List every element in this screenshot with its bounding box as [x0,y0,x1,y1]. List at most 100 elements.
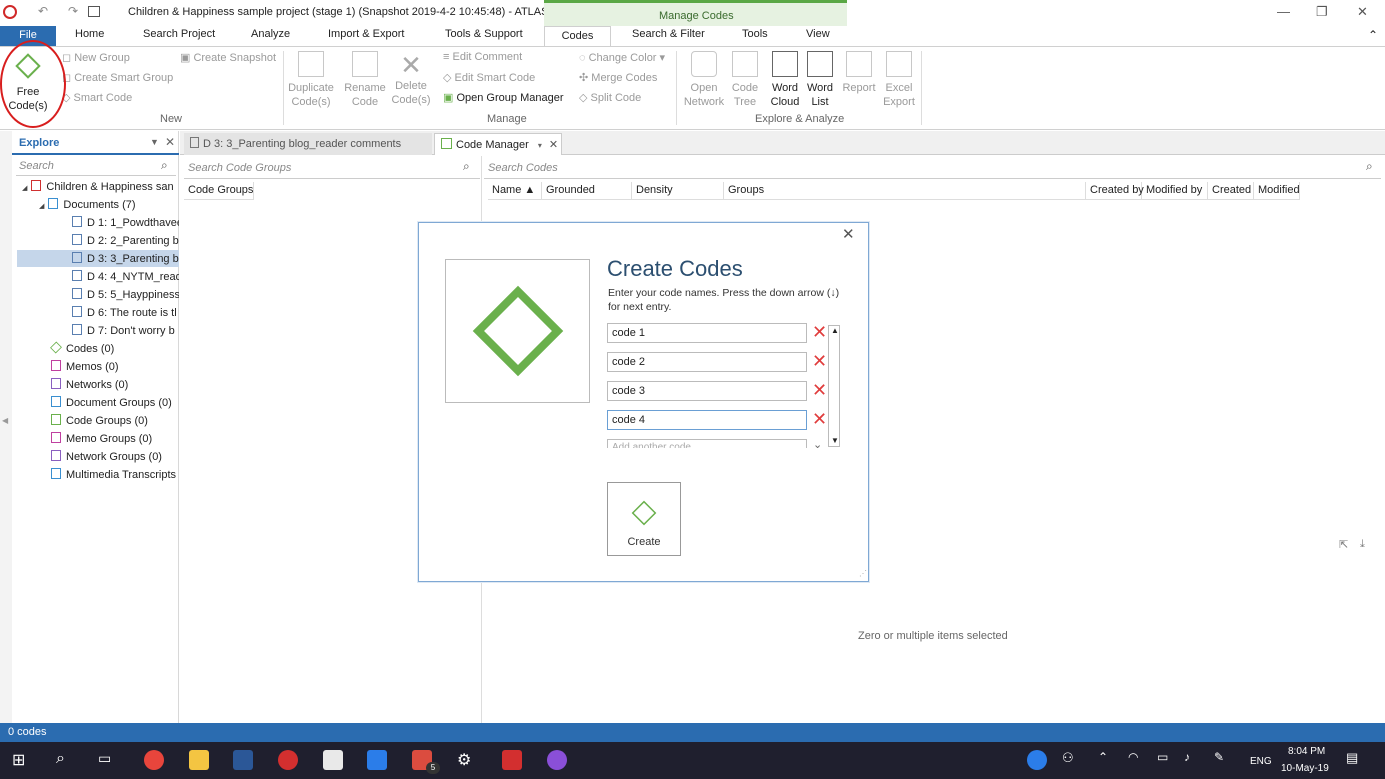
code-name-input[interactable]: code 3 [607,381,807,401]
help-icon[interactable] [1027,750,1047,770]
tray-chevron-icon[interactable]: ⌃ [1098,750,1118,770]
code-tree-button[interactable]: Code Tree [728,51,762,109]
sidebar-menu-icon[interactable]: ▼ [150,137,159,147]
file-explorer-icon[interactable] [189,750,209,770]
volume-icon[interactable]: ♪ [1184,750,1204,770]
tab-search-filter[interactable]: Search & Filter [632,28,705,40]
column-header[interactable]: Created by [1086,182,1144,200]
tab-search-project[interactable]: Search Project [143,28,215,40]
tab-import-export[interactable]: Import & Export [328,28,404,40]
edit-comment-button[interactable]: ≡ Edit Comment [443,51,522,63]
minimize-button[interactable]: — [1277,4,1290,19]
settings-gear-icon[interactable]: ⚙ [457,750,477,770]
code-name-input[interactable]: code 2 [607,352,807,372]
language-indicator[interactable]: ENG [1250,756,1272,767]
tree-item[interactable]: Network Groups (0) [39,448,179,466]
popout-icon[interactable]: ⇱ [1339,538,1348,551]
search-code-groups-input[interactable]: Search Code Groups [184,157,480,179]
clock-date[interactable]: 10-May-19 [1281,763,1329,774]
wifi-icon[interactable]: ◠ [1128,750,1148,770]
tab-tools-support[interactable]: Tools & Support [445,28,523,40]
people-icon[interactable]: ⚇ [1062,750,1082,770]
merge-codes-button[interactable]: ✣ Merge Codes [579,71,657,84]
battery-icon[interactable]: ▭ [1157,750,1177,770]
close-window-button[interactable]: ✕ [1357,4,1368,20]
notepad-icon[interactable] [323,750,343,770]
maximize-button[interactable]: ❐ [1316,4,1328,20]
code-name-input[interactable]: code 1 [607,323,807,343]
remove-code-icon[interactable]: ✕ [812,323,827,341]
tree-item[interactable]: Networks (0) [39,376,179,394]
duplicate-codes-button[interactable]: Duplicate Code(s) [286,51,336,109]
word-icon[interactable] [233,750,253,770]
split-code-button[interactable]: ◇ Split Code [579,91,641,104]
tab-menu-icon[interactable]: ▾ [538,141,542,150]
groups-search-icon[interactable]: ⌕ [463,159,470,174]
tree-item[interactable]: D 4: 4_NYTM_read [56,268,179,286]
tab-analyze[interactable]: Analyze [251,28,290,40]
collapse-ribbon-icon[interactable]: ⌃ [1368,28,1378,42]
create-smart-group-button[interactable]: ◻ Create Smart Group [62,71,173,84]
tree-item[interactable]: D 7: Don't worry b [56,322,179,340]
windows-start-icon[interactable]: ⊞ [12,750,32,770]
rename-code-button[interactable]: Rename Code [342,51,388,109]
save-icon[interactable]: ⤓ [1360,538,1365,551]
tree-item[interactable]: D 6: The route is tl [56,304,179,322]
calendar-icon[interactable] [367,750,387,770]
tree-item[interactable]: Document Groups (0) [39,394,179,412]
column-header[interactable]: Created [1208,182,1254,200]
column-header[interactable]: Modified [1254,182,1300,200]
remove-code-icon[interactable]: ✕ [812,410,827,428]
column-header[interactable]: Name ▲ [488,182,542,200]
sidebar-search-icon[interactable]: ⌕ [161,158,168,173]
code-groups-header[interactable]: Code Groups [184,182,254,200]
dialog-close-button[interactable]: ✕ [842,225,855,243]
paint3d-icon[interactable] [547,750,567,770]
scroll-down-icon[interactable]: ▼ [831,436,839,445]
delete-codes-button[interactable]: ✕ Delete Code(s) [390,51,432,107]
tree-item[interactable]: D 1: 1_Powdthavee [56,214,179,232]
tab-code-manager[interactable]: Code Manager ▾ ✕ [434,133,562,155]
tab-close-icon[interactable]: ✕ [549,139,558,151]
edit-smart-code-button[interactable]: ◇ Edit Smart Code [443,71,535,84]
create-button[interactable]: Create [607,482,681,556]
scroll-up-icon[interactable]: ▲ [831,326,839,335]
word-list-button[interactable]: Word List [804,51,836,109]
sidebar-collapse-strip[interactable]: ◀ [0,131,12,723]
tab-document-d3[interactable]: D 3: 3_Parenting blog_reader comments [184,133,432,155]
chrome-icon[interactable] [144,750,164,770]
column-header[interactable]: Grounded [542,182,632,200]
tab-tools[interactable]: Tools [742,28,768,40]
sidebar-search-input[interactable]: Search [16,158,176,176]
column-header[interactable]: Density [632,182,724,200]
excel-export-button[interactable]: Excel Export [880,51,918,109]
tab-codes[interactable]: Codes [544,26,611,47]
tab-home[interactable]: Home [75,28,104,40]
codes-scrollbar[interactable]: ▲ ▼ [828,325,840,447]
task-view-icon[interactable]: ▭ [98,750,118,770]
add-another-code-input[interactable]: Add another code [607,439,807,448]
tree-expander-icon[interactable]: ◢ [39,203,44,210]
word-cloud-button[interactable]: Word Cloud [766,51,804,109]
undo-icon[interactable]: ↶ [38,4,48,18]
tree-item[interactable]: D 5: 5_Hayppiness [56,286,179,304]
column-header[interactable]: Groups [724,182,1086,200]
search-codes-input[interactable]: Search Codes [484,157,1381,179]
tree-item[interactable]: Code Groups (0) [39,412,179,430]
layout-icon[interactable] [88,6,100,17]
redo-icon[interactable]: ↷ [68,4,78,18]
tree-item[interactable]: Memos (0) [39,358,179,376]
codes-search-icon[interactable]: ⌕ [1366,159,1373,174]
notifications-icon[interactable]: ▤ [1346,750,1366,770]
tree-expander-icon[interactable]: ◢ [22,185,27,192]
open-group-manager-button[interactable]: ▣ Open Group Manager [443,91,563,104]
new-group-button[interactable]: ◻ New Group [62,51,130,64]
acrobat-icon[interactable] [502,750,522,770]
resize-grip-icon[interactable]: ⋰ [859,569,867,578]
tree-item[interactable]: ◢ Documents (7) [39,196,179,214]
open-network-button[interactable]: Open Network [682,51,726,109]
clock-time[interactable]: 8:04 PM [1288,746,1325,757]
tab-view[interactable]: View [806,28,830,40]
code-name-input-active[interactable]: code 4 [607,410,807,430]
create-snapshot-button[interactable]: ▣ Create Snapshot [180,51,276,64]
